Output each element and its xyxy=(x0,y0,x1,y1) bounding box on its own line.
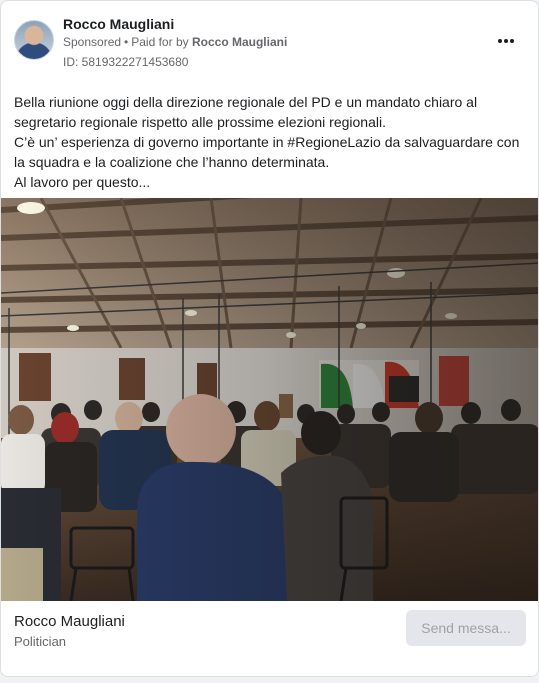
avatar[interactable] xyxy=(14,20,54,60)
footer-page-category: Politician xyxy=(14,634,67,649)
separator-dot: • xyxy=(124,35,129,49)
ad-card: Rocco Maugliani Sponsored • Paid for by Ro… xyxy=(0,0,539,677)
post-text-line: Bella riunione oggi della direzione regi… xyxy=(14,94,478,110)
paid-for-prefix: Paid for by xyxy=(131,35,189,49)
more-options-icon[interactable] xyxy=(494,31,518,51)
send-message-button[interactable]: Send messa... xyxy=(406,610,526,646)
ad-header: Rocco Maugliani Sponsored • Paid for by Ro… xyxy=(1,1,538,81)
post-text-line: la squadra e la coalizione che l’hanno d… xyxy=(14,154,330,170)
paid-for-name: Rocco Maugliani xyxy=(191,35,288,49)
post-text: Bella riunione oggi della direzione regi… xyxy=(14,92,524,192)
post-text-line: C’è un’ esperienza di governo importante… xyxy=(14,134,520,150)
page-name[interactable]: Rocco Maugliani xyxy=(63,16,174,32)
footer-page-name[interactable]: Rocco Maugliani xyxy=(14,613,125,630)
ad-footer: Rocco Maugliani Politician Send messa... xyxy=(1,601,538,676)
meeting-room-photo xyxy=(1,198,538,601)
post-text-line: segretario regionale rispetto alle pross… xyxy=(14,114,386,130)
post-image[interactable] xyxy=(1,198,538,601)
sponsored-label: Sponsored xyxy=(63,35,122,49)
ad-id: ID: 5819322271453680 xyxy=(63,55,189,69)
sponsor-line: Sponsored • Paid for by Rocco Maugliani xyxy=(63,35,287,49)
post-text-line: Al lavoro per questo... xyxy=(14,174,151,190)
